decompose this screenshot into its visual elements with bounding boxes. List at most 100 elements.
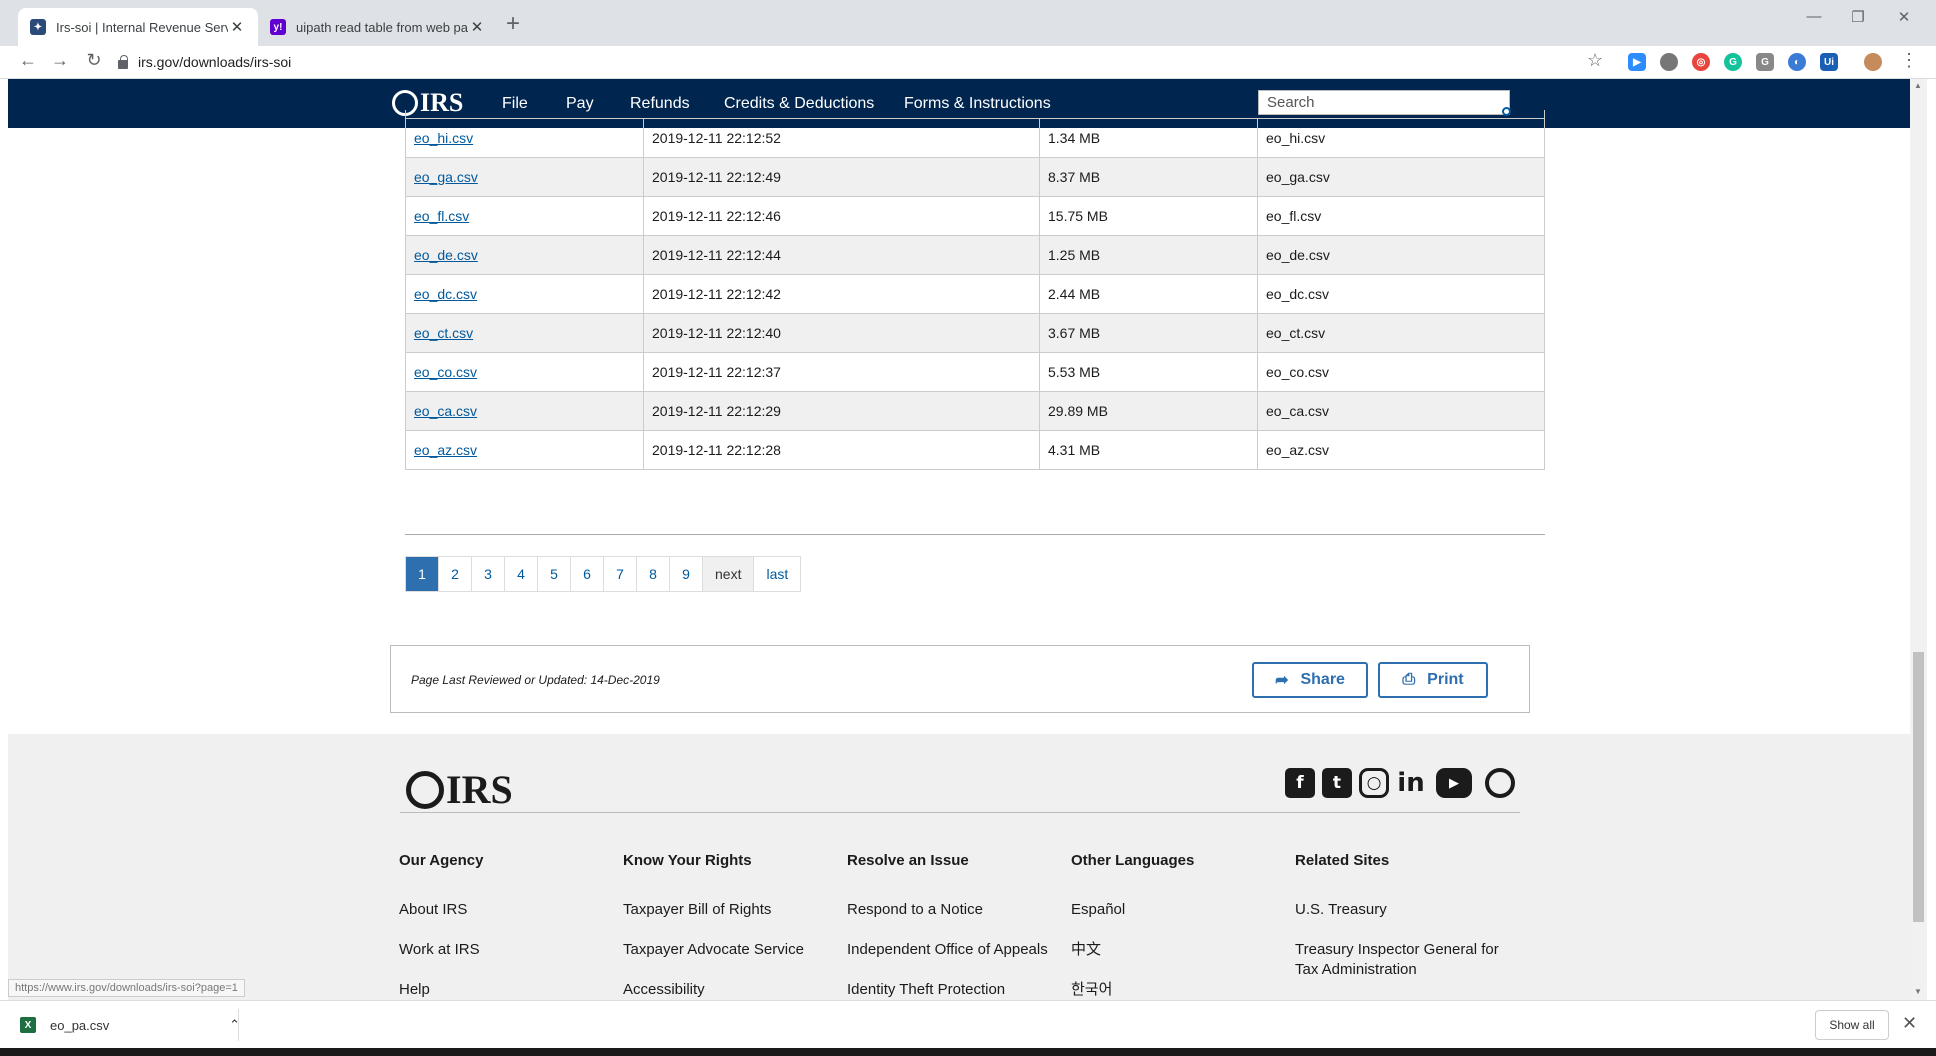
twitter-icon[interactable]: t xyxy=(1322,768,1352,798)
tab-title: Irs-soi | Internal Revenue Service xyxy=(56,19,228,35)
table-cell-date: 2019-12-11 22:12:28 xyxy=(643,430,1040,470)
table-cell-date: 2019-12-11 22:12:49 xyxy=(643,157,1040,197)
footer-link-accessibility[interactable]: Accessibility xyxy=(623,980,705,1000)
file-link[interactable]: eo_co.csv xyxy=(414,364,477,380)
table-cell-size: 1.25 MB xyxy=(1039,235,1258,275)
uipath-extension-icon[interactable]: Ui xyxy=(1820,53,1838,71)
extension-icon[interactable]: ◐ xyxy=(1788,53,1806,71)
zoom-extension-icon[interactable]: ▶ xyxy=(1628,53,1646,71)
file-link[interactable]: eo_hi.csv xyxy=(414,130,473,146)
footer-link-tigta[interactable]: Treasury Inspector General for Tax Admin… xyxy=(1295,940,1520,980)
grammarly-extension-icon[interactable]: G xyxy=(1724,53,1742,71)
footer-link-work-at-irs[interactable]: Work at IRS xyxy=(399,940,480,960)
download-item[interactable]: X eo_pa.csv ⌃ xyxy=(20,1013,240,1037)
footer-link-respond-to-notice[interactable]: Respond to a Notice xyxy=(847,900,983,920)
instagram-icon[interactable]: ○ xyxy=(1359,768,1389,798)
share-button[interactable]: ➦ Share xyxy=(1252,662,1368,698)
footer-divider xyxy=(400,812,1520,813)
scroll-up-icon[interactable]: ▲ xyxy=(1914,81,1922,90)
profile-avatar[interactable] xyxy=(1864,53,1882,71)
table-row: eo_dc.csv 2019-12-11 22:12:42 2.44 MB eo… xyxy=(405,274,1545,314)
file-link[interactable]: eo_fl.csv xyxy=(414,208,469,224)
footer-link-taxpayer-advocate-service[interactable]: Taxpayer Advocate Service xyxy=(623,940,804,960)
footer-link-chinese[interactable]: 中文 xyxy=(1071,940,1101,960)
table-cell-name: eo_co.csv xyxy=(1257,352,1545,392)
download-bar: X eo_pa.csv ⌃ Show all ✕ xyxy=(0,1000,1936,1048)
page-5-button[interactable]: 5 xyxy=(538,557,571,591)
tab-irs-soi[interactable]: ✦ Irs-soi | Internal Revenue Service ✕ xyxy=(18,8,258,46)
footer-link-office-of-appeals[interactable]: Independent Office of Appeals xyxy=(847,940,1048,960)
table-cell-date: 2019-12-11 22:12:40 xyxy=(643,313,1040,353)
page-7-button[interactable]: 7 xyxy=(604,557,637,591)
extension-icon[interactable]: G xyxy=(1756,53,1774,71)
file-link[interactable]: eo_ct.csv xyxy=(414,325,473,341)
close-download-bar-icon[interactable]: ✕ xyxy=(1902,1013,1917,1034)
page-4-button[interactable]: 4 xyxy=(505,557,538,591)
file-link[interactable]: eo_dc.csv xyxy=(414,286,477,302)
file-link[interactable]: eo_ca.csv xyxy=(414,403,477,419)
footer-link-taxpayer-bill-of-rights[interactable]: Taxpayer Bill of Rights xyxy=(623,900,771,920)
page-3-button[interactable]: 3 xyxy=(472,557,505,591)
page-9-button[interactable]: 9 xyxy=(670,557,703,591)
page-2-button[interactable]: 2 xyxy=(439,557,472,591)
print-label: Print xyxy=(1427,671,1464,688)
scrollbar-thumb[interactable] xyxy=(1913,652,1924,922)
print-button[interactable]: ⎙ Print xyxy=(1378,662,1488,698)
table-row: eo_ct.csv 2019-12-11 22:12:40 3.67 MB eo… xyxy=(405,313,1545,353)
bookmark-star-icon[interactable]: ☆ xyxy=(1587,50,1603,71)
back-icon[interactable]: ← xyxy=(14,50,42,71)
footer-link-espanol[interactable]: Español xyxy=(1071,900,1125,920)
table-row: eo_de.csv 2019-12-11 22:12:44 1.25 MB eo… xyxy=(405,235,1545,275)
excel-file-icon: X xyxy=(20,1017,36,1033)
footer-irs-logo[interactable]: IRS xyxy=(406,766,513,813)
pagination: 1 2 3 4 5 6 7 8 9 next last xyxy=(405,556,802,592)
new-tab-button[interactable]: + xyxy=(506,12,520,36)
page-scrollbar[interactable]: ▲ ▼ xyxy=(1910,79,1927,1000)
last-reviewed-text: Page Last Reviewed or Updated: 14-Dec-20… xyxy=(411,673,660,687)
browser-toolbar: ← → ↻ irs.gov/downloads/irs-soi ☆ ▶ ◎ G … xyxy=(0,46,1936,79)
scroll-down-icon[interactable]: ▼ xyxy=(1914,987,1922,996)
footer-link-about-irs[interactable]: About IRS xyxy=(399,900,467,920)
irs-eagle-icon xyxy=(406,770,444,809)
irs-eagle-icon[interactable] xyxy=(1485,768,1515,798)
footer-link-us-treasury[interactable]: U.S. Treasury xyxy=(1295,900,1387,920)
tab-uipath-search[interactable]: y! uipath read table from web page ✕ xyxy=(258,8,498,46)
footer-heading-our-agency: Our Agency xyxy=(399,852,484,869)
facebook-icon[interactable]: f xyxy=(1285,768,1315,798)
footer-link-help[interactable]: Help xyxy=(399,980,430,1000)
close-tab-icon[interactable]: ✕ xyxy=(228,18,246,36)
file-link[interactable]: eo_de.csv xyxy=(414,247,478,263)
next-page-button[interactable]: next xyxy=(703,557,755,591)
footer-heading-resolve-an-issue: Resolve an Issue xyxy=(847,852,969,869)
restore-icon[interactable]: ❐ xyxy=(1838,8,1878,26)
page-1-button[interactable]: 1 xyxy=(406,557,439,591)
footer-link-identity-theft[interactable]: Identity Theft Protection xyxy=(847,980,1005,1000)
extension-icon[interactable]: ◎ xyxy=(1692,53,1710,71)
file-link[interactable]: eo_ga.csv xyxy=(414,169,478,185)
address-bar[interactable]: irs.gov/downloads/irs-soi xyxy=(118,49,1598,75)
show-all-button[interactable]: Show all xyxy=(1815,1010,1889,1040)
lock-icon xyxy=(118,54,128,69)
reload-icon[interactable]: ↻ xyxy=(80,50,108,71)
share-icon: ➦ xyxy=(1275,672,1289,689)
table-cell-name: eo_ga.csv xyxy=(1257,157,1545,197)
last-page-button[interactable]: last xyxy=(754,557,801,591)
table-cell-name: eo_hi.csv xyxy=(1257,118,1545,158)
address-url: irs.gov/downloads/irs-soi xyxy=(138,54,292,70)
close-tab-icon[interactable]: ✕ xyxy=(468,18,486,36)
linkedin-icon[interactable]: in xyxy=(1396,768,1426,798)
youtube-icon[interactable]: ▶ xyxy=(1436,768,1472,798)
forward-icon[interactable]: → xyxy=(46,50,74,71)
page-6-button[interactable]: 6 xyxy=(571,557,604,591)
footer-heading-know-your-rights: Know Your Rights xyxy=(623,852,752,869)
close-window-icon[interactable]: ✕ xyxy=(1884,8,1924,26)
chrome-menu-icon[interactable]: ⋮ xyxy=(1900,50,1918,71)
minimize-icon[interactable]: — xyxy=(1794,8,1834,25)
table-cell-size: 5.53 MB xyxy=(1039,352,1258,392)
page-8-button[interactable]: 8 xyxy=(637,557,670,591)
file-link[interactable]: eo_az.csv xyxy=(414,442,477,458)
site-footer: IRS f t ○ in ▶ Our Agency About IRS Work… xyxy=(8,734,1910,1000)
os-taskbar xyxy=(0,1048,1936,1056)
extension-icon[interactable] xyxy=(1660,53,1678,71)
footer-link-korean[interactable]: 한국어 xyxy=(1071,980,1112,1000)
